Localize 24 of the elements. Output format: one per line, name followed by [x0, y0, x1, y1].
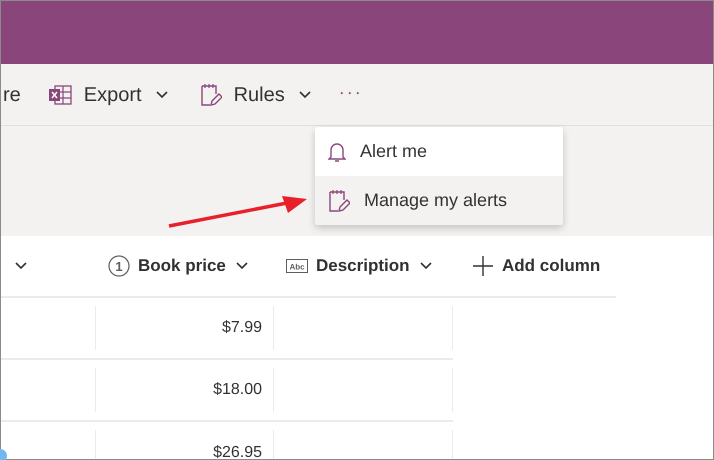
text-icon-glyph: Abc — [289, 262, 305, 272]
notepad-pencil-icon — [200, 82, 222, 106]
plus-icon — [472, 255, 494, 277]
menu-item[interactable]: Manage my alerts — [315, 176, 563, 225]
bell-icon — [328, 140, 346, 162]
spreadsheet-icon — [48, 84, 72, 104]
number-icon-glyph: 1 — [115, 259, 123, 274]
more-button[interactable]: ··· — [338, 79, 363, 106]
chevron-down-icon — [15, 262, 27, 270]
export-button[interactable]: Export — [48, 80, 168, 110]
menu-item[interactable]: Alert me — [315, 127, 563, 176]
chevron-down-icon — [298, 90, 311, 98]
chevron-down-icon — [420, 262, 432, 270]
column-header[interactable]: Add column — [453, 253, 613, 279]
notepad-pencil-icon — [328, 188, 350, 212]
toolbar-label: re — [3, 82, 21, 108]
chevron-down-icon — [236, 262, 248, 270]
column-header[interactable]: Abc Description — [274, 253, 453, 279]
table-cell-text: $18.00 — [213, 380, 262, 400]
table-cell-text: $26.95 — [213, 443, 262, 459]
table-cell-text: $7.99 — [222, 318, 262, 338]
column-header[interactable]: 1 Book price — [96, 253, 274, 279]
rules-button[interactable]: Rules — [200, 80, 311, 110]
chevron-down-icon — [156, 90, 168, 98]
